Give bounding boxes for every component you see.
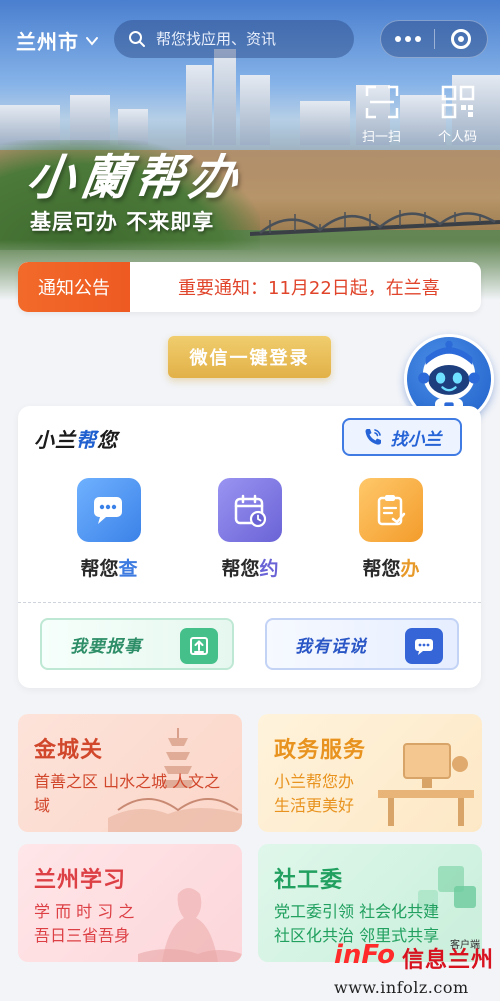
scan-button[interactable]: 扫一扫	[362, 84, 401, 145]
find-xiaolan-label: 找小兰	[390, 429, 442, 450]
find-xiaolan-button[interactable]: 找小兰	[342, 418, 462, 456]
tile-title: 政务服务	[274, 738, 367, 763]
chevron-down-icon	[86, 36, 98, 46]
watermark-url: www.infolz.com	[334, 978, 469, 997]
brand-logo-text: 小蘭帮办	[23, 150, 248, 206]
service-icon-box	[218, 478, 282, 542]
building	[186, 65, 212, 145]
message-icon	[415, 639, 433, 655]
tile-subtitle: 学 而 时 习 之 吾日三省吾身	[34, 902, 135, 945]
watermark-logo: inFo	[334, 940, 396, 970]
city-label: 兰州市	[16, 30, 79, 54]
infolz-watermark: inFo 信息兰州 客户端 www.infolz.com	[334, 936, 500, 1001]
bridge-illustration	[250, 210, 500, 236]
tile-title: 兰州学习	[34, 868, 127, 893]
notice-message[interactable]: 重要通知：11月22日起，在兰喜	[178, 274, 468, 300]
close-button[interactable]	[435, 21, 487, 57]
more-dot-icon	[404, 36, 411, 42]
service-appointment[interactable]: 帮您约	[195, 478, 305, 581]
search-input[interactable]	[156, 30, 346, 48]
search-bar[interactable]	[114, 20, 354, 58]
help-card: 小兰帮您 找小兰 帮您查 帮您约 帮您办 我要报事 我有话说	[18, 406, 481, 688]
watermark-name: 信息兰州	[402, 948, 495, 973]
service-icon-box	[77, 478, 141, 542]
tile-jinchengguan[interactable]: 金城关 首善之区 山水之城 人文之域	[18, 714, 242, 832]
service-query-label: 帮您查	[80, 558, 138, 580]
more-dot-icon	[414, 36, 421, 42]
upload-icon	[190, 637, 208, 655]
qrcode-icon	[441, 85, 474, 119]
help-card-title: 小兰帮您	[34, 428, 118, 452]
tile-lanzhou-learning[interactable]: 兰州学习 学 而 时 习 之 吾日三省吾身	[18, 844, 242, 962]
service-handle[interactable]: 帮您办	[336, 478, 446, 581]
message-icon-box	[405, 628, 443, 664]
wechat-login-button[interactable]: 微信一键登录	[168, 336, 331, 378]
notice-bar: 通知公告 重要通知：11月22日起，在兰喜	[18, 262, 481, 312]
hero-banner: 兰州市 扫一扫	[0, 0, 500, 300]
building	[240, 75, 270, 145]
tile-subtitle: 首善之区 山水之城 人文之域	[34, 772, 221, 815]
feedback-button[interactable]: 我有话说	[265, 618, 459, 670]
city-selector[interactable]: 兰州市	[16, 26, 99, 55]
more-button[interactable]	[381, 21, 434, 57]
service-handle-label: 帮您办	[362, 558, 420, 580]
phone-icon	[365, 429, 381, 445]
tile-title: 金城关	[34, 738, 104, 763]
service-icon-box	[359, 478, 423, 542]
clipboard-icon	[377, 495, 406, 526]
building	[214, 49, 236, 145]
slogan: 基层可办 不来即享	[30, 210, 215, 234]
report-issue-button[interactable]: 我要报事	[40, 618, 234, 670]
feedback-label: 我有话说	[295, 636, 367, 657]
tile-government-service[interactable]: 政务服务 小兰帮您办 生活更美好	[258, 714, 482, 832]
watermark-client: 客户端	[450, 940, 480, 951]
tile-subtitle: 小兰帮您办 生活更美好	[274, 772, 355, 815]
more-dot-icon	[394, 36, 401, 42]
card-divider	[18, 602, 481, 603]
miniprogram-capsule	[380, 20, 488, 58]
upload-icon-box	[180, 628, 218, 664]
building	[300, 101, 350, 145]
service-query[interactable]: 帮您查	[54, 478, 164, 581]
personal-code-label: 个人码	[438, 130, 478, 145]
tile-title: 社工委	[274, 868, 344, 893]
report-issue-label: 我要报事	[70, 636, 142, 657]
chat-icon	[94, 497, 122, 524]
calendar-icon	[234, 494, 267, 528]
personal-code-button[interactable]: 个人码	[438, 84, 477, 145]
target-icon	[450, 29, 471, 49]
service-appointment-label: 帮您约	[221, 558, 279, 580]
top-bar: 兰州市	[0, 18, 500, 60]
notice-tag: 通知公告	[18, 262, 130, 312]
scan-icon	[365, 85, 398, 119]
search-icon	[129, 31, 145, 47]
scan-label: 扫一扫	[362, 130, 402, 145]
